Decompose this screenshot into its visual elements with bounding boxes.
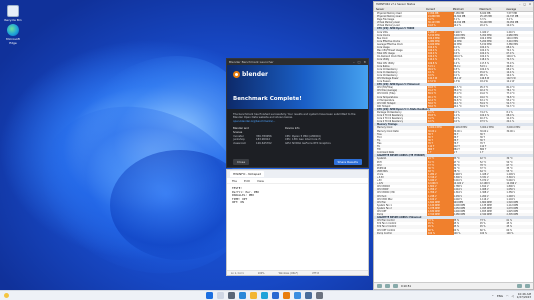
specs-header-score (256, 127, 282, 134)
edge-desktop-icon[interactable]: Microsoft Edge (2, 24, 24, 45)
line-ending: Windows (CRLF) (278, 271, 298, 275)
layout-icon[interactable] (385, 284, 390, 288)
weather-icon (4, 293, 9, 298)
device-info: GPU: NVIDIA GeForce RTX Graphics (285, 142, 331, 146)
results-link[interactable]: open.blender.org/benchmarks/... (233, 120, 362, 123)
edge-icon (7, 24, 19, 36)
reset-clock-icon[interactable] (393, 284, 398, 288)
windows-start-icon[interactable] (206, 292, 213, 299)
blender-window-title: Blender Benchmark Launcher (229, 60, 274, 64)
sensor-table-body: Physical Memory Used 7,456 MB 7,189 MB 8,02… (374, 12, 533, 235)
minimize-icon[interactable]: – (519, 3, 520, 6)
benchmark-heading: Benchmark Complete! (233, 96, 302, 102)
menu-view[interactable]: View (257, 179, 264, 183)
task-view-icon[interactable] (228, 292, 235, 299)
sensor-label: Pump Control (377, 231, 392, 235)
blender-logo-text: blender (242, 71, 269, 78)
store-icon[interactable] (272, 292, 279, 299)
recycle-bin-icon (7, 5, 19, 17)
close-icon[interactable]: ✕ (363, 60, 366, 64)
recycle-bin-desktop-icon[interactable]: Recycle Bin (2, 5, 24, 22)
language-indicator[interactable]: ENG (497, 294, 503, 298)
hwinfo-icon[interactable] (305, 292, 312, 299)
sensor-average: 100 % (506, 231, 514, 235)
taskbar: ⌃ ENG ◠ ◁ 10:46 AM 1/27/2023 (0, 290, 534, 300)
blender-benchmark-window: Blender Benchmark Launcher – □ ✕ blender… (226, 58, 369, 168)
clock-date: 1/27/2023 (516, 295, 531, 299)
menu-edit[interactable]: Edit (244, 179, 250, 183)
file-explorer-icon[interactable] (250, 292, 257, 299)
minimize-icon[interactable]: – (353, 60, 355, 64)
blender-icon[interactable] (283, 292, 290, 299)
share-results-button[interactable]: Share Results (333, 159, 362, 165)
zoom-level: 100% (257, 271, 265, 275)
cursor-position: Ln 1, Col 1 (231, 271, 244, 275)
blender-footer: Close Share Results (227, 157, 368, 167)
close-button[interactable]: Close (233, 159, 250, 165)
sensor-maximum: 100 % (480, 231, 487, 235)
settings-icon[interactable] (316, 292, 323, 299)
settings-icon[interactable] (517, 284, 522, 288)
sensor-row[interactable]: Pump Control 100 % 100 % 100 % 100 % (374, 231, 533, 235)
notepad-statusbar: Ln 1, Col 1 100% Windows (CRLF) UTF-8 (227, 270, 368, 275)
chevron-up-icon[interactable]: ⌃ (492, 294, 494, 298)
notepad-icon[interactable] (294, 292, 301, 299)
wifi-icon[interactable]: ◠ (506, 294, 508, 298)
blender-logo-icon (233, 71, 240, 78)
close-icon[interactable]: ✕ (529, 3, 531, 6)
edge-icon[interactable] (261, 292, 268, 299)
navigate-icon[interactable] (377, 284, 382, 288)
clock[interactable]: 10:46 AM 1/27/2023 (516, 292, 531, 300)
volume-icon[interactable]: ◁ (512, 294, 514, 298)
scene-score: 126.645702 (256, 142, 272, 146)
desktop-icon-label: Recycle Bin (4, 18, 22, 22)
blender-logo: blender (233, 71, 362, 78)
search-icon[interactable] (217, 292, 224, 299)
close-sensors-icon[interactable] (525, 284, 530, 288)
specs-header-device: Device Info (285, 127, 300, 131)
hwinfo-sensors-window: HWiNFO64 v7.x Sensor Status – □ ✕ Sensor… (373, 1, 534, 290)
weather-widget[interactable] (0, 293, 9, 298)
notepad-tab[interactable]: HWiNFO - Notepad (230, 171, 265, 177)
scene-name: classroom (233, 142, 247, 146)
desktop-icon-label: Microsoft Edge (6, 37, 20, 45)
notepad-window: HWiNFO - Notepad File Edit View TESTE: P… (226, 169, 369, 276)
benchmark-results-table: Blender and Scenes Device Info monster 3… (233, 127, 362, 146)
encoding: UTF-8 (311, 271, 319, 275)
blender-body: The benchmark has finished successfully.… (227, 109, 368, 150)
maximize-icon[interactable]: □ (358, 60, 361, 64)
hwinfo-window-title: HWiNFO64 v7.x Sensor Status (376, 3, 416, 6)
blender-header-banner: blender Benchmark Complete! (227, 65, 368, 109)
system-tray: ⌃ ENG ◠ ◁ 10:46 AM 1/27/2023 (492, 291, 531, 300)
column-header-sensor[interactable]: Sensor (376, 8, 426, 11)
elapsed-time: 0:10:51 (401, 284, 411, 288)
widgets-icon[interactable] (239, 292, 246, 299)
notepad-text-area[interactable]: TESTE: Perfil: Per. PBO PARALLEL: PBO TI… (227, 184, 368, 208)
column-header-minimum[interactable]: Minimum (453, 8, 480, 11)
maximize-icon[interactable]: □ (523, 3, 525, 6)
notepad-tabbar: HWiNFO - Notepad (227, 170, 368, 178)
column-header-current[interactable]: Current (426, 8, 453, 11)
sensor-minimum: 100 % (453, 231, 461, 235)
benchmark-description: The benchmark has finished successfully.… (233, 113, 356, 120)
menu-file[interactable]: File (232, 179, 237, 183)
sensor-current: 100 % (427, 231, 454, 235)
column-header-maximum[interactable]: Maximum (480, 8, 507, 11)
taskbar-apps (206, 292, 323, 299)
hwinfo-toolbar: 0:10:51 (374, 282, 533, 289)
specs-header-scenes: Blender and Scenes (233, 127, 249, 134)
column-header-average[interactable]: Average (506, 8, 533, 11)
